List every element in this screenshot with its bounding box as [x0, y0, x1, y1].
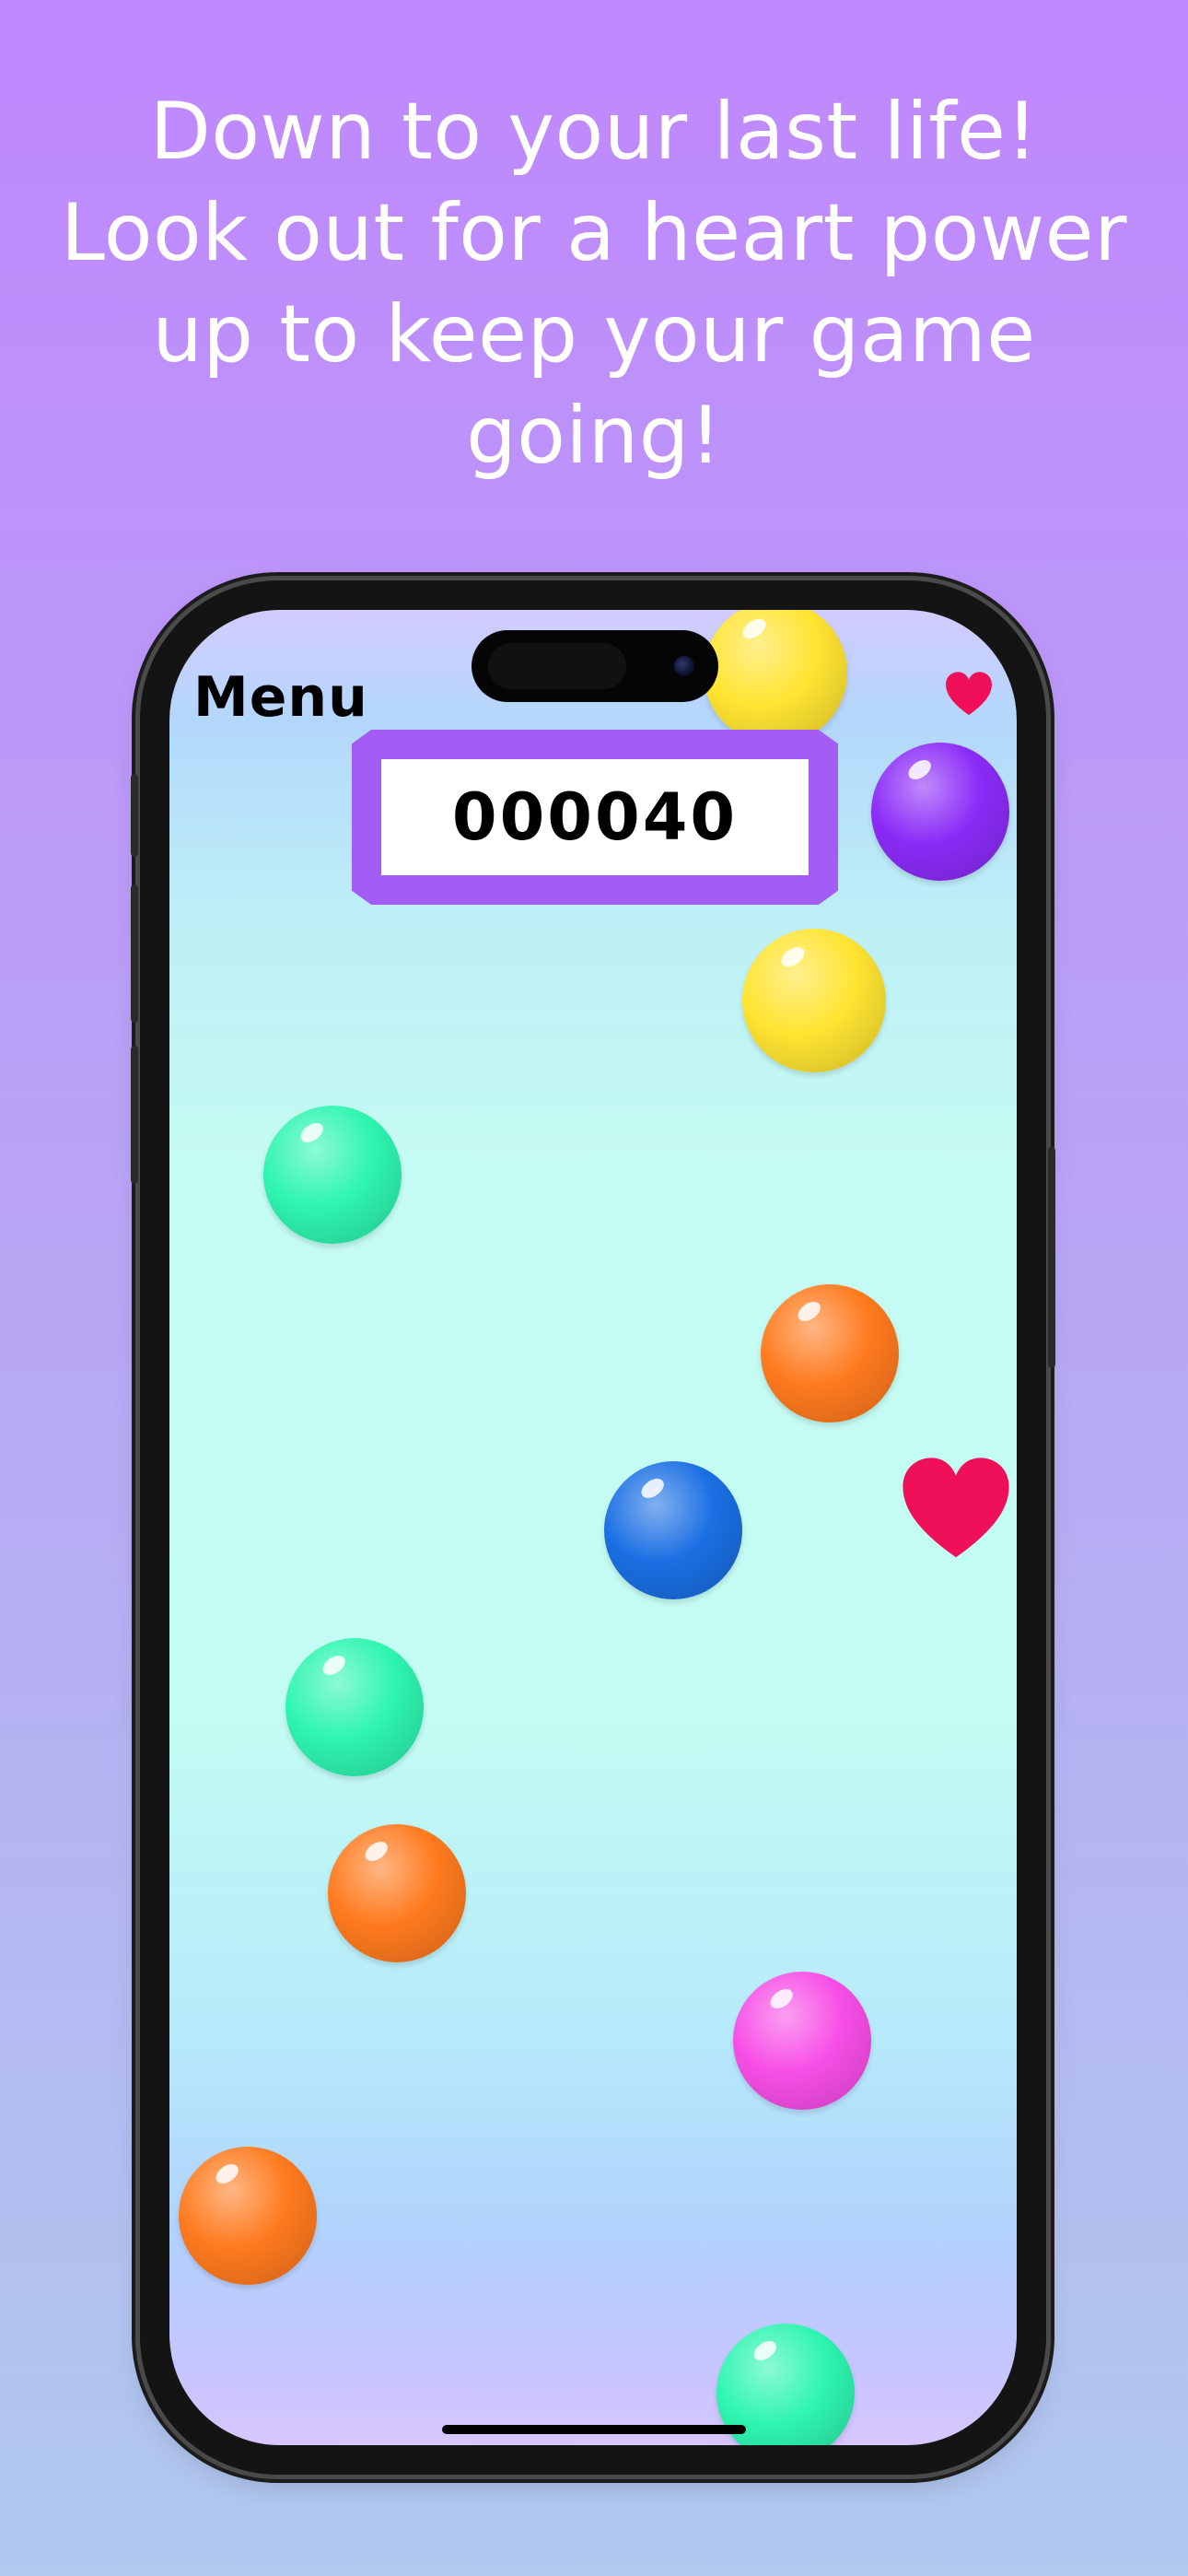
- bubble[interactable]: [179, 2147, 317, 2285]
- menu-button[interactable]: Menu: [193, 665, 368, 730]
- score-value: 000040: [451, 779, 739, 855]
- heart-shape: [946, 672, 992, 716]
- score-display: 000040: [352, 730, 838, 905]
- bubble[interactable]: [733, 1972, 871, 2110]
- heart-shape: [903, 1458, 1009, 1558]
- headline-line-4: going!: [466, 390, 722, 482]
- power-button: [1048, 1147, 1055, 1368]
- volume-up-button: [131, 884, 138, 1023]
- phone-frame: Menu 000040: [131, 580, 1055, 2475]
- score-box: 000040: [381, 759, 809, 875]
- game-screen[interactable]: Menu 000040: [169, 610, 1017, 2445]
- home-indicator[interactable]: [442, 2425, 746, 2434]
- dynamic-island: [472, 630, 718, 702]
- bubble[interactable]: [742, 929, 886, 1072]
- action-button: [131, 774, 138, 857]
- promo-headline: Down to your last life! Look out for a h…: [18, 81, 1170, 486]
- bubble[interactable]: [704, 610, 847, 744]
- bubble[interactable]: [761, 1284, 899, 1423]
- headline-line-2: Look out for a heart power: [61, 187, 1127, 279]
- headline-line-3: up to keep your game: [152, 288, 1036, 381]
- bubble[interactable]: [263, 1106, 402, 1244]
- island-sensor: [488, 643, 626, 689]
- heart-powerup-icon[interactable]: [901, 1456, 1011, 1561]
- volume-down-button: [131, 1046, 138, 1184]
- bubble[interactable]: [328, 1824, 466, 1962]
- bubble[interactable]: [285, 1638, 424, 1776]
- bubble[interactable]: [604, 1461, 742, 1599]
- headline-line-1: Down to your last life!: [149, 86, 1039, 178]
- life-heart-icon: [946, 672, 992, 716]
- bubble[interactable]: [871, 743, 1009, 881]
- camera-icon: [674, 656, 694, 676]
